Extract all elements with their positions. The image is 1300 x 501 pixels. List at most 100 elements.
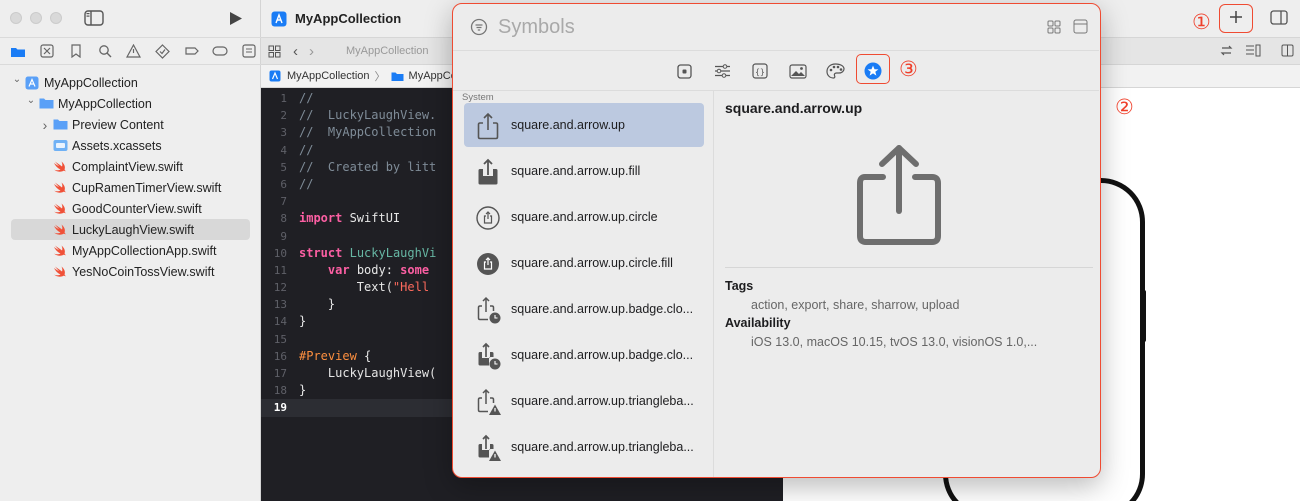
folder-icon[interactable] — [6, 39, 31, 63]
symbol-list-item[interactable]: square.and.arrow.up.triangleba... — [464, 379, 704, 423]
folder-icon — [391, 72, 404, 81]
breakpoint-icon[interactable] — [207, 39, 232, 63]
inspector-toggle-icon[interactable] — [1270, 10, 1288, 25]
code-token: // Created by litt — [299, 159, 437, 174]
project-title: MyAppCollection — [295, 11, 402, 26]
line-number: 5 — [280, 160, 287, 174]
code-token: SwiftUI — [342, 211, 401, 226]
library-search-input[interactable] — [498, 15, 978, 39]
share-circle-fill-icon — [471, 246, 505, 280]
navigator-item[interactable]: YesNoCoinTossView.swift — [11, 261, 250, 282]
project-tree: ⌄ MyAppCollection ⌄ MyAppCollection › Preview… — [0, 72, 261, 282]
line-number: 14 — [273, 315, 287, 329]
symbol-list-item[interactable]: square.and.arrow.up.fill — [464, 149, 704, 193]
swift-file-icon — [53, 244, 67, 258]
issue-icon[interactable] — [121, 39, 146, 63]
code-token: { — [356, 348, 372, 363]
navigator-item[interactable]: MyAppCollectionApp.swift — [11, 240, 250, 261]
forward-arrow-icon[interactable]: › — [309, 43, 314, 60]
navigator-item[interactable]: ⌄ MyAppCollection — [11, 72, 250, 93]
snippets-icon[interactable]: {} — [748, 59, 772, 83]
device-side-button — [1142, 290, 1146, 342]
line-number: 18 — [273, 384, 287, 398]
symbol-list-item[interactable]: square.and.arrow.up.badge.clo... — [464, 333, 704, 377]
grid-view-icon[interactable] — [1047, 20, 1061, 34]
navigator-item[interactable]: LuckyLaughView.swift — [11, 219, 250, 240]
editor-options-icon[interactable] — [1245, 44, 1261, 57]
close-window-button[interactable] — [10, 12, 22, 24]
symbol-name: square.and.arrow.up.triangleba... — [511, 440, 694, 454]
symbol-list-item[interactable]: square.and.arrow.up.badge.clo... — [464, 287, 704, 331]
find-icon[interactable] — [92, 39, 117, 63]
library-popover: {} System square.and.arrow.upsquare.and.… — [452, 3, 1101, 478]
share-clock-fill-icon — [471, 338, 505, 372]
share-circle-icon — [471, 200, 505, 234]
svg-text:{}: {} — [755, 68, 765, 77]
code-token: // LuckyLaughView. — [299, 108, 437, 123]
split-editor-icon[interactable] — [1281, 44, 1294, 57]
bookmark-icon[interactable] — [64, 39, 89, 63]
editor-tab[interactable]: MyAppCollection — [346, 45, 429, 57]
minimize-window-button[interactable] — [30, 12, 42, 24]
navigator-item[interactable]: Assets.xcassets — [11, 135, 250, 156]
line-number: 8 — [280, 212, 287, 226]
sidebar-toggle-icon[interactable] — [84, 10, 104, 26]
navigator-item[interactable]: ComplaintView.swift — [11, 156, 250, 177]
symbol-name: square.and.arrow.up — [511, 118, 625, 132]
library-search-bar — [453, 4, 1099, 50]
line-number: 6 — [280, 177, 287, 191]
navigator-item-label: LuckyLaughView.swift — [72, 222, 195, 237]
swift-file-icon — [53, 181, 67, 195]
navigator-item-label: GoodCounterView.swift — [72, 201, 202, 216]
symbol-detail-name: square.and.arrow.up — [725, 100, 863, 116]
report-icon[interactable] — [236, 39, 261, 63]
detail-view-icon[interactable] — [1073, 19, 1088, 34]
swift-file-icon — [53, 265, 67, 279]
back-arrow-icon[interactable]: ‹ — [293, 43, 298, 60]
symbol-name: square.and.arrow.up.circle.fill — [511, 256, 673, 270]
annotation-2: ② — [1115, 96, 1134, 119]
zoom-window-button[interactable] — [50, 12, 62, 24]
annotation-3: ③ — [899, 58, 918, 81]
detail-divider — [725, 267, 1093, 268]
navigator-item[interactable]: › Preview Content — [11, 114, 250, 135]
filter-icon[interactable] — [470, 18, 488, 36]
test-icon[interactable] — [150, 39, 175, 63]
symbol-list-item[interactable]: square.and.arrow.up — [464, 103, 704, 147]
navigator-item-label: MyAppCollection — [58, 96, 152, 111]
swift-file-icon — [53, 202, 67, 216]
swift-file-icon — [53, 223, 67, 237]
navigator-item[interactable]: CupRamenTimerView.swift — [11, 177, 250, 198]
swap-arrows-icon[interactable] — [1220, 44, 1233, 57]
symbol-list-item[interactable]: square.and.arrow.up.triangleba... — [464, 425, 704, 469]
project-icon — [269, 70, 281, 82]
window-toolbar-left — [0, 0, 260, 37]
asset-catalog-icon — [53, 139, 68, 153]
line-number: 4 — [280, 143, 287, 157]
navigator-item[interactable]: GoodCounterView.swift — [11, 198, 250, 219]
chevron-right-icon[interactable]: › — [39, 117, 51, 133]
jump-bar-project[interactable]: MyAppCollection — [287, 70, 370, 82]
xcode-app-icon — [271, 11, 287, 26]
grid-icon[interactable] — [268, 45, 281, 58]
code-token: some — [400, 262, 430, 277]
source-control-icon[interactable] — [35, 39, 60, 63]
chevron-down-icon[interactable]: ⌄ — [11, 74, 23, 85]
navigator-item[interactable]: ⌄ MyAppCollection — [11, 93, 250, 114]
media-icon[interactable] — [786, 59, 810, 83]
symbol-list-item[interactable]: square.and.arrow.up.circle.fill — [464, 241, 704, 285]
colors-icon[interactable] — [823, 59, 847, 83]
debug-icon[interactable] — [179, 39, 204, 63]
share-warning-fill-icon — [471, 430, 505, 464]
modifiers-icon[interactable] — [710, 59, 734, 83]
chevron-down-icon[interactable]: ⌄ — [25, 95, 37, 106]
run-icon[interactable] — [229, 11, 243, 26]
folder-icon — [39, 97, 54, 111]
views-icon[interactable] — [672, 59, 696, 83]
code-token: // — [299, 142, 314, 157]
library-category-bar: {} — [453, 50, 1099, 91]
share-outline-icon — [857, 143, 941, 246]
line-number: 7 — [280, 195, 287, 209]
symbol-list-item[interactable]: square.and.arrow.up.circle — [464, 195, 704, 239]
